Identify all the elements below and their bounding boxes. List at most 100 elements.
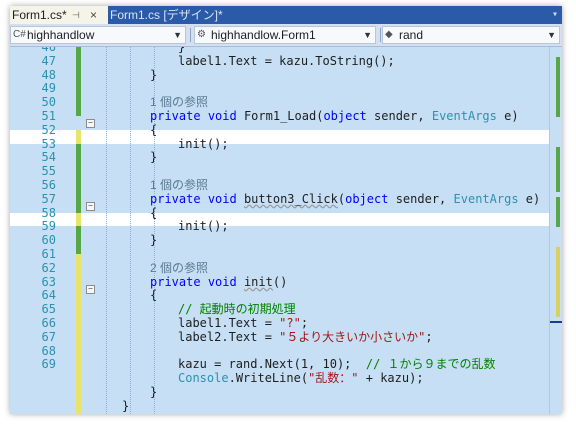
current-line-highlight — [10, 129, 550, 144]
change-bar-saved — [76, 143, 81, 213]
token: object — [345, 191, 389, 206]
project-dropdown[interactable]: C# highhandlow ▼ — [10, 26, 186, 44]
class-dropdown[interactable]: ⚙ highhandlow.Form1 ▼ — [194, 26, 376, 44]
member-dropdown[interactable]: ◆ rand ▼ — [382, 26, 560, 44]
code-line-53: } — [150, 150, 158, 165]
token: . — [228, 371, 236, 386]
tab-overflow-icon[interactable]: ▾ — [552, 6, 558, 24]
token: { — [150, 288, 158, 303]
reference-count-lens[interactable]: 1 個の参照 — [150, 95, 208, 110]
vertical-scrollbar[interactable] — [549, 47, 562, 414]
token: } — [150, 150, 158, 165]
field-lock-icon: ◆ — [385, 29, 393, 40]
line-number: 67 — [41, 329, 56, 344]
nav-divider — [190, 28, 191, 42]
scroll-change-marker — [556, 197, 560, 227]
code-line-51: { — [150, 123, 157, 138]
token: ; — [425, 329, 433, 344]
change-bar-unsaved — [76, 129, 81, 144]
code-line-58: } — [150, 233, 158, 248]
token: // １から９までの乱数 — [365, 357, 496, 372]
chevron-down-icon: ▼ — [173, 30, 182, 40]
change-bar-unsaved — [76, 254, 81, 414]
token: Next — [264, 357, 294, 372]
token: sender, — [374, 109, 425, 123]
reference-count-lens[interactable]: 1 個の参照 — [150, 178, 208, 193]
line-number: 57 — [41, 191, 56, 206]
line-number: 60 — [41, 233, 56, 248]
chevron-down-icon: ▼ — [363, 30, 372, 40]
token: label1.Text = — [178, 316, 280, 330]
token: Form1_Load — [243, 109, 317, 123]
token: init — [243, 274, 273, 289]
line-number: 66 — [41, 316, 56, 330]
pin-icon[interactable]: ⊣ — [72, 6, 80, 24]
code-line-61: { — [150, 288, 158, 303]
token: { — [150, 205, 158, 220]
collapse-icon[interactable]: − — [86, 119, 95, 128]
current-line-highlight — [10, 212, 550, 227]
token: ( — [300, 371, 309, 386]
token: "乱数：" — [308, 371, 359, 386]
collapse-icon[interactable]: − — [86, 284, 95, 294]
scroll-change-marker — [556, 57, 560, 117]
line-number: 59 — [41, 219, 56, 234]
token: (); — [373, 53, 395, 68]
token: EventArgs — [453, 191, 519, 206]
token: init(); — [178, 219, 229, 234]
token: "５より大きいか小さいか" — [279, 329, 426, 344]
document-tab-strip: Form1.cs* ⊣ × Form1.cs [デザイン]* ▾ — [10, 6, 562, 24]
token: } — [150, 233, 158, 248]
code-line-47: label1.Text = kazu.ToString(); — [178, 53, 395, 69]
reference-count-lens[interactable]: 2 個の参照 — [150, 261, 208, 276]
line-number: 48 — [41, 67, 56, 82]
code-line-63: label1.Text = "?"; — [178, 316, 308, 331]
indent-guide — [106, 47, 107, 414]
tab-form1-designer[interactable]: Form1.cs [デザイン]* — [110, 6, 223, 24]
tab-form1-cs[interactable]: Form1.cs* ⊣ × — [10, 6, 108, 24]
token: } — [150, 385, 158, 399]
close-icon[interactable]: × — [90, 6, 97, 24]
scroll-change-marker — [556, 147, 560, 192]
token: e) — [504, 109, 519, 123]
scroll-change-marker — [556, 247, 560, 317]
line-number: 68 — [41, 343, 56, 358]
code-line-68: } — [150, 385, 158, 400]
change-bar-saved — [76, 47, 81, 116]
line-number: 50 — [41, 95, 56, 110]
code-line-57: init(); — [178, 219, 229, 234]
line-number: 56 — [41, 178, 56, 192]
token: Console — [178, 371, 229, 386]
token: button3_Click — [243, 191, 338, 206]
line-number: 51 — [41, 109, 56, 123]
project-dropdown-value: highhandlow — [27, 28, 95, 42]
token: private — [150, 274, 201, 289]
code-line-48: } — [150, 68, 157, 83]
line-number: 61 — [41, 247, 56, 261]
member-dropdown-value: rand — [399, 28, 424, 42]
tab-label: Form1.cs* — [12, 8, 67, 22]
token: (1, 10); — [293, 357, 352, 372]
token: void — [207, 109, 237, 123]
code-line-64: label2.Text = "５より大きいか小さいか"; — [178, 329, 433, 345]
token: } — [122, 398, 130, 413]
line-number: 55 — [41, 164, 56, 179]
navigation-bar: C# highhandlow ▼ ⚙ highhandlow.Form1 ▼ ◆… — [10, 24, 562, 47]
ide-window: Form1.cs* ⊣ × Form1.cs [デザイン]* ▾ C# high… — [10, 6, 562, 414]
code-line-50: private void Form1_Load(object sender, E… — [150, 109, 519, 124]
change-bar-unsaved — [76, 212, 81, 227]
collapse-icon[interactable]: − — [86, 201, 95, 211]
line-number: 64 — [41, 288, 56, 303]
csharp-project-icon: C# — [13, 29, 26, 40]
code-editor[interactable]: 46 47 48 49 50 51 52 53 54 55 56 57 58 59 60 61 62 63 64 65… — [10, 47, 562, 414]
line-number: 49 — [41, 81, 56, 96]
code-line-52: init(); — [178, 137, 229, 152]
code-line-55: private void button3_Click(object sender… — [150, 191, 540, 207]
token: label2.Text = — [178, 329, 280, 344]
class-icon: ⚙ — [197, 29, 206, 40]
code-line-67: Console.WriteLine("乱数：" + kazu); — [178, 371, 424, 386]
token: label1.Text = kazu. — [178, 53, 316, 68]
nav-divider — [380, 28, 381, 42]
line-number: 58 — [41, 205, 56, 220]
token: object — [323, 109, 367, 123]
